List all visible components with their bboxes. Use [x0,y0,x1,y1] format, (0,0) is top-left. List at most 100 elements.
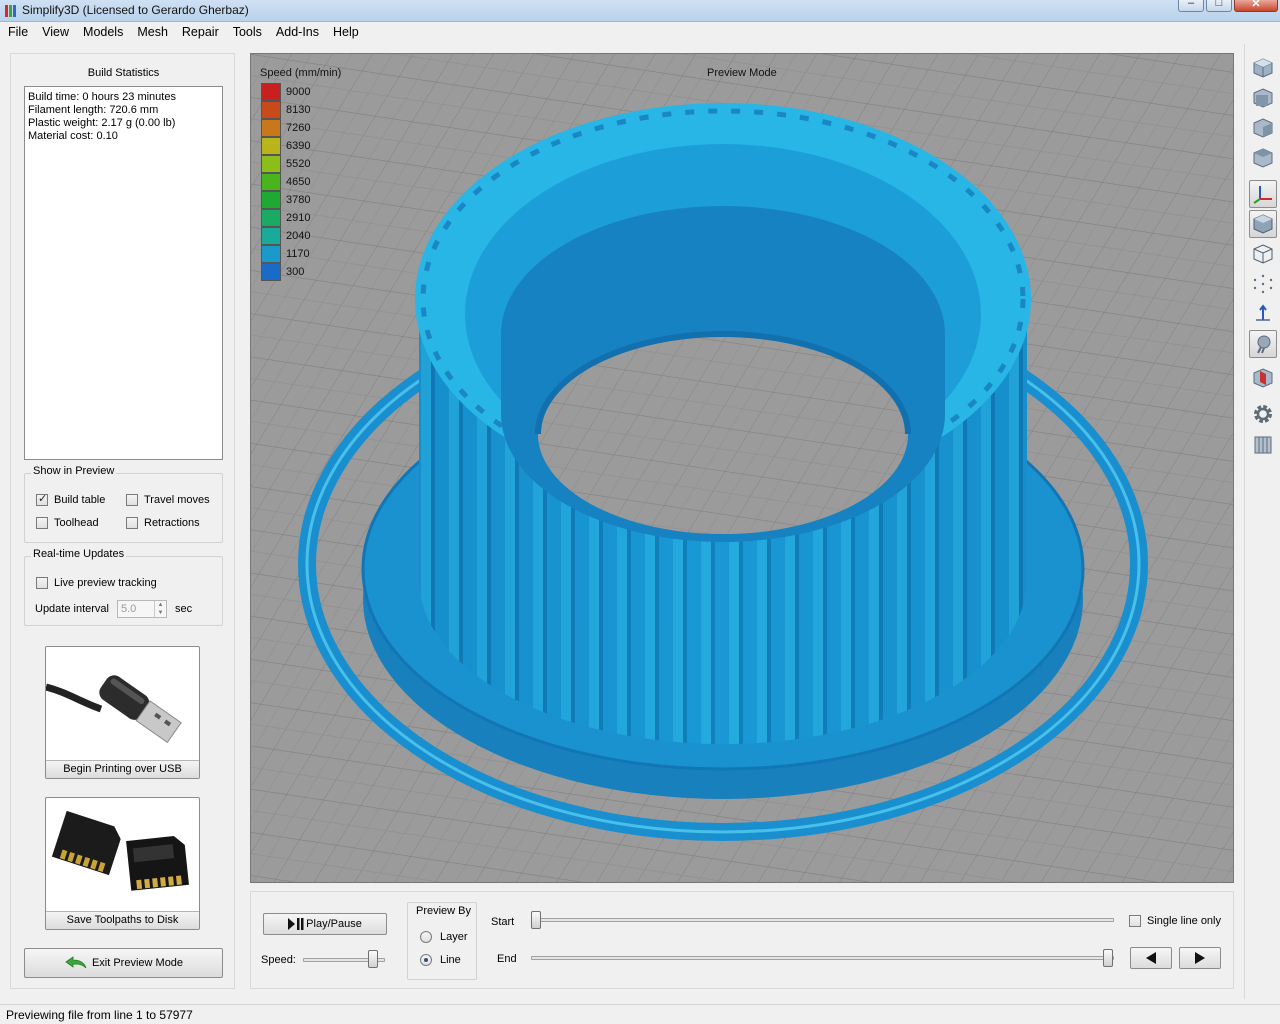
travel-moves-label: Travel moves [144,494,210,506]
wireframe-view-button[interactable] [1249,240,1277,268]
update-interval-unit: sec [175,603,193,615]
live-preview-tracking-checkbox[interactable]: Live preview tracking [36,577,157,589]
legend-swatch [261,263,281,281]
start-slider-handle[interactable] [531,911,541,929]
menu-tools[interactable]: Tools [225,22,268,44]
legend-swatch [261,101,281,119]
play-pause-icon [288,918,304,930]
legend-value: 2910 [286,212,311,224]
legend-value: 7260 [286,122,311,134]
solid-view-button[interactable] [1249,210,1277,238]
step-back-button[interactable] [1130,947,1172,969]
build-table-checkbox[interactable]: Build table [36,492,106,506]
maximize-button[interactable]: □ [1206,0,1232,12]
show-in-preview-group: Show in Preview Build table Travel moves… [24,465,223,543]
legend-row-5520: 5520 [260,155,330,173]
stat-plastic-weight: Plastic weight: 2.17 g (0.00 lb) [28,117,176,129]
build-table-check-box[interactable] [36,492,48,506]
menu-view[interactable]: View [34,22,75,44]
build-table-label: Build table [54,494,106,506]
legend-swatch [261,227,281,245]
menu-mesh[interactable]: Mesh [129,22,174,44]
print-preview-canvas[interactable] [251,54,1234,883]
menu-add-ins[interactable]: Add-Ins [268,22,325,44]
normals-view-button[interactable] [1249,300,1277,328]
travel-moves-check-box[interactable] [126,494,138,506]
toolhead-label: Toolhead [54,517,99,529]
printer-icon [1254,436,1272,454]
cross-section-button[interactable] [1249,364,1277,392]
usb-cable-icon [46,675,182,744]
line-radio-label: Line [440,954,461,966]
retractions-check-box[interactable] [126,517,138,529]
legend-row-7260: 7260 [260,119,330,137]
legend-title: Speed (mm/min) [260,67,342,79]
minimize-icon: – [1187,0,1195,9]
points-icon [1253,274,1273,294]
status-bar: Previewing file from line 1 to 57977 [0,1004,1280,1024]
minimize-button[interactable]: – [1178,0,1204,12]
title-bar: Simplify3D (Licensed to Gerardo Gherbaz)… [0,0,1280,22]
speed-slider-handle[interactable] [368,950,378,968]
preview-by-layer-radio[interactable]: Layer [420,931,468,943]
legend-swatch [261,137,281,155]
layer-radio-label: Layer [440,931,468,943]
start-label: Start [491,916,515,928]
menu-help[interactable]: Help [325,22,365,44]
begin-printing-usb-button[interactable]: Begin Printing over USB [45,646,200,779]
retractions-checkbox[interactable]: Retractions [126,517,200,529]
preview-by-line-radio[interactable]: Line [420,954,461,966]
close-button[interactable]: ✕ [1234,0,1278,12]
play-pause-button[interactable]: Play/Pause [263,913,387,935]
triangle-left-icon [1146,952,1156,964]
lighting-button[interactable] [1249,330,1277,358]
layer-radio-dot[interactable] [420,931,432,943]
preview-mode-label: Preview Mode [707,67,777,79]
show-axes-button[interactable] [1249,180,1277,208]
back-arrow-icon [65,956,87,969]
toolhead-checkbox[interactable]: Toolhead [36,517,99,529]
cross-section-icon [1253,368,1273,388]
gear-icon [1254,405,1272,423]
end-slider-track[interactable] [531,956,1114,960]
menu-repair[interactable]: Repair [174,22,225,44]
single-line-check-box[interactable] [1129,915,1141,927]
usb-button-label: Begin Printing over USB [46,760,199,778]
exit-preview-mode-button[interactable]: Exit Preview Mode [24,948,223,978]
close-icon: ✕ [1251,0,1261,10]
step-forward-button[interactable] [1179,947,1221,969]
sd-card-icon [51,810,189,891]
machine-control-button[interactable] [1249,430,1277,458]
view-front-button[interactable] [1249,84,1277,112]
cube-front-icon [1253,88,1273,108]
start-slider-track[interactable] [531,918,1114,922]
spin-down-icon[interactable]: ▼ [155,609,166,617]
menu-models[interactable]: Models [75,22,129,44]
toolhead-check-box[interactable] [36,517,48,529]
legend-row-4650: 4650 [260,173,330,191]
view-top-button[interactable] [1249,144,1277,172]
update-interval-spinbox[interactable]: 5.0 ▲ ▼ [117,600,167,618]
legend-row-2910: 2910 [260,209,330,227]
spin-up-icon[interactable]: ▲ [155,601,166,609]
settings-button[interactable] [1249,400,1277,428]
points-view-button[interactable] [1249,270,1277,298]
single-line-only-checkbox[interactable]: Single line only [1129,915,1221,927]
live-preview-check-box[interactable] [36,577,48,589]
save-toolpaths-button[interactable]: Save Toolpaths to Disk [45,797,200,930]
travel-moves-checkbox[interactable]: Travel moves [126,494,210,506]
view-side-button[interactable] [1249,114,1277,142]
spin-arrows[interactable]: ▲ ▼ [154,601,166,617]
realtime-updates-group: Real-time Updates Live preview tracking … [24,548,223,626]
3d-viewport[interactable]: Speed (mm/min) Preview Mode 9000 8130 72… [250,53,1234,883]
legend-swatch [261,209,281,227]
menu-file[interactable]: File [0,22,34,44]
end-slider-handle[interactable] [1103,949,1113,967]
legend-value: 8130 [286,104,311,116]
line-radio-dot[interactable] [420,954,432,966]
legend-value: 1170 [286,248,310,260]
triangle-right-icon [1195,952,1205,964]
speed-label: Speed: [261,954,296,966]
speed-legend: 9000 8130 7260 6390 5520 4650 3780 2910 … [260,83,330,281]
view-iso-button[interactable] [1249,54,1277,82]
